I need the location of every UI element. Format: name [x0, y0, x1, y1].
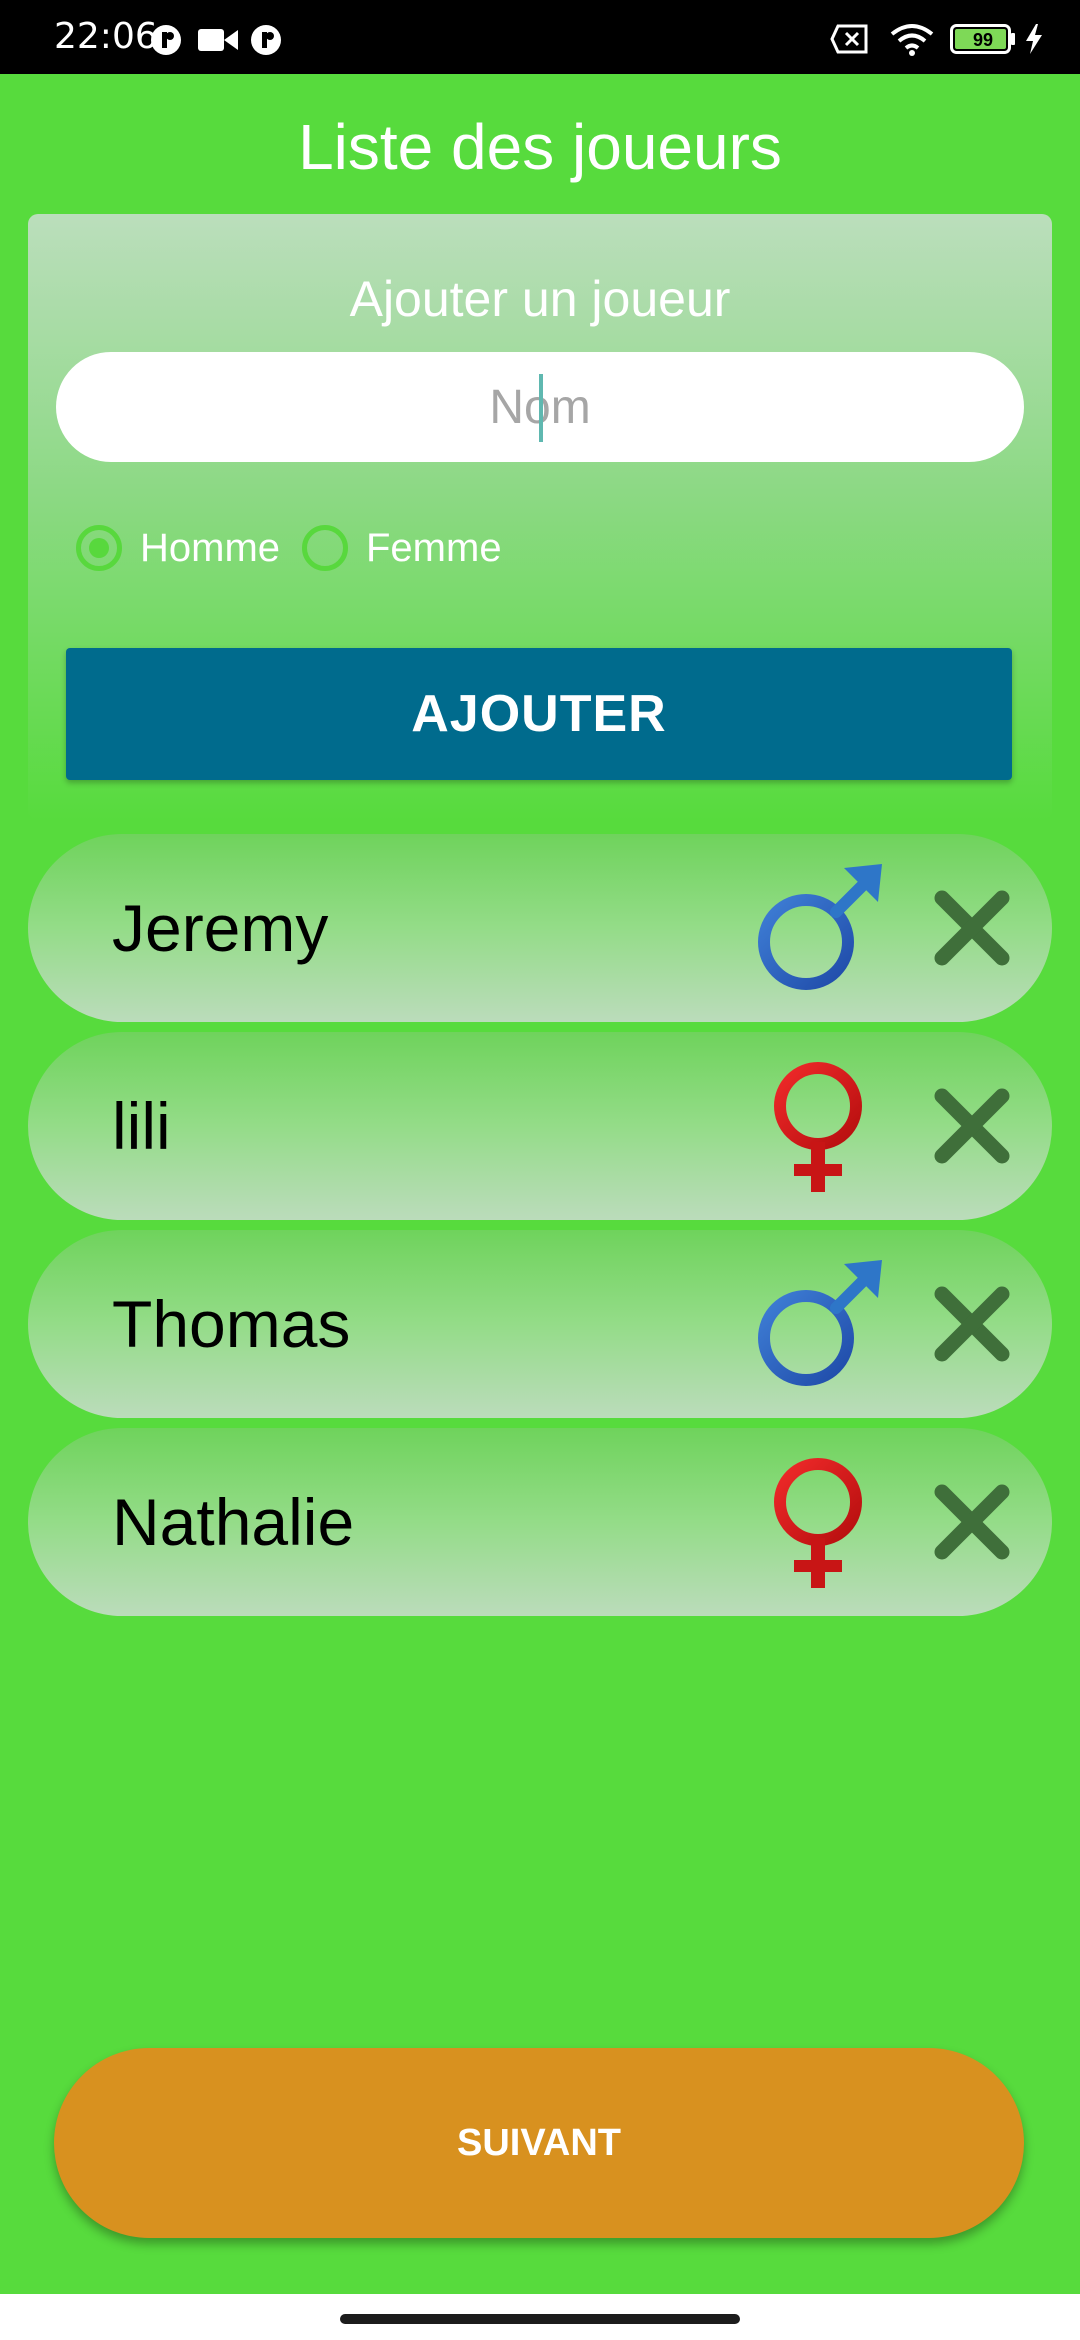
close-icon[interactable]: [932, 1482, 1012, 1562]
radio-circle-checked[interactable]: [76, 525, 122, 571]
sim-off-icon: [830, 24, 868, 54]
battery-icon: 99: [950, 24, 1016, 54]
app-notification-icon: [151, 25, 181, 55]
charging-icon: [1026, 24, 1042, 54]
radio-label-femme: Femme: [366, 525, 502, 570]
next-button[interactable]: SUIVANT: [54, 2048, 1024, 2238]
add-player-card: Ajouter un joueur Homme Femme AJOUTER: [28, 214, 1052, 820]
text-cursor: [539, 374, 543, 442]
status-time: 22:06: [54, 16, 158, 57]
video-camera-icon: [198, 29, 238, 51]
player-name: lili: [112, 1089, 171, 1163]
home-gesture-handle[interactable]: [340, 2314, 740, 2324]
radio-femme[interactable]: Femme: [302, 518, 502, 578]
player-row: Thomas: [28, 1230, 1052, 1418]
app-notification-icon: [251, 25, 281, 55]
close-icon[interactable]: [932, 1086, 1012, 1166]
female-symbol-icon: [748, 1454, 888, 1594]
navigation-bar: [0, 2294, 1080, 2340]
close-icon[interactable]: [932, 1284, 1012, 1364]
player-row: Jeremy: [28, 834, 1052, 1022]
player-name: Thomas: [112, 1287, 351, 1361]
player-name: Nathalie: [112, 1485, 355, 1559]
wifi-icon: [890, 24, 934, 56]
add-button[interactable]: AJOUTER: [66, 648, 1012, 780]
male-symbol-icon: [748, 860, 888, 1000]
battery-level: 99: [972, 30, 994, 50]
radio-circle-unchecked[interactable]: [302, 525, 348, 571]
close-icon[interactable]: [932, 888, 1012, 968]
page-title: Liste des joueurs: [298, 111, 782, 183]
female-symbol-icon: [748, 1058, 888, 1198]
status-bar: 22:06 99: [0, 0, 1080, 74]
player-row: lili: [28, 1032, 1052, 1220]
radio-label-homme: Homme: [140, 525, 281, 570]
radio-homme[interactable]: Homme: [76, 518, 280, 578]
male-symbol-icon: [748, 1256, 888, 1396]
player-row: Nathalie: [28, 1428, 1052, 1616]
add-player-heading: Ajouter un joueur: [349, 271, 731, 327]
player-name: Jeremy: [112, 891, 329, 965]
